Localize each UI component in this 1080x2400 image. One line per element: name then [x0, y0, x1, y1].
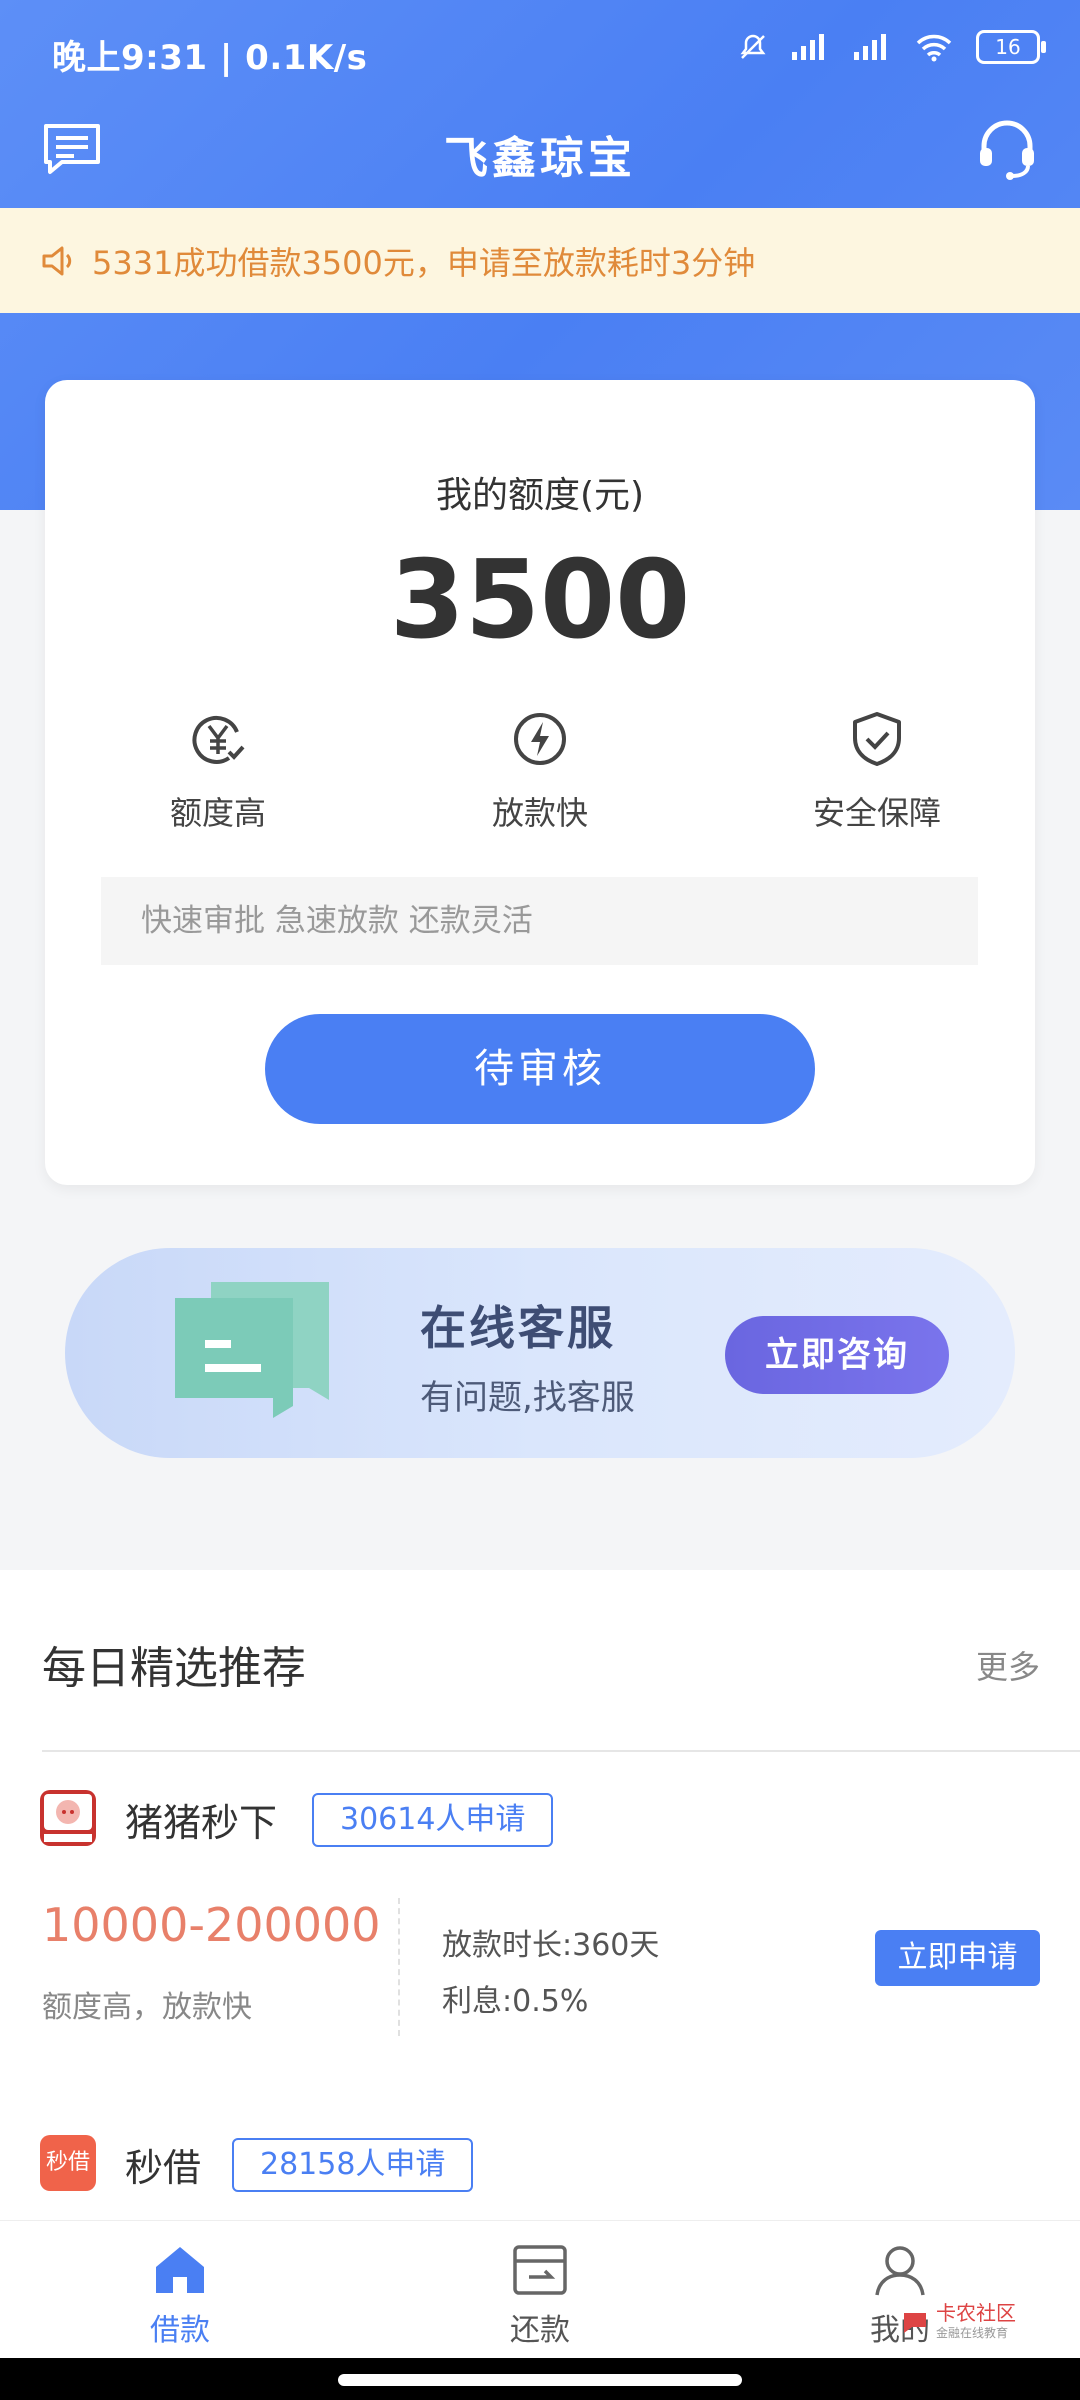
loan-range: 10000-200000 — [42, 1898, 381, 1952]
lightning-icon — [514, 713, 566, 765]
repay-icon — [513, 2245, 567, 2295]
applicants-badge: 28158人申请 — [232, 2138, 474, 2192]
tab-label: 还款 — [510, 2313, 570, 2348]
battery-icon: 16 — [976, 30, 1046, 64]
watermark-logo-icon — [904, 2312, 926, 2333]
signal-icon-2 — [854, 34, 886, 60]
notice-bar: 5331成功借款3500元，申请至放款耗时3分钟 — [0, 208, 1080, 313]
quota-label: 我的额度(元) — [435, 475, 645, 516]
wifi-icon — [916, 34, 952, 62]
headset-icon[interactable] — [974, 116, 1040, 182]
status-time-network: 晚上9:31 | 0.1K/s — [52, 38, 368, 78]
feature-fast-loan: 放款快 — [410, 710, 670, 834]
product-logo: 秒借 — [40, 2135, 96, 2191]
loan-range-note: 额度高，放款快 — [42, 1990, 252, 2025]
pig-logo-icon — [44, 1794, 92, 1842]
watermark-sub: 金融在线教育 — [936, 2326, 1009, 2340]
watermark-text: 卡农社区 — [936, 2301, 1016, 2325]
loan-interest: 利息:0.5% — [442, 1984, 589, 2019]
loan-duration: 放款时长:360天 — [442, 1928, 660, 1963]
tab-borrow[interactable]: 借款 — [80, 2241, 280, 2349]
feature-label: 额度高 — [169, 794, 266, 832]
watermark: 卡农社区 金融在线教育 — [900, 2302, 1016, 2341]
tagline: 快速审批 急速放款 还款灵活 — [101, 877, 978, 965]
product-name: 猪猪秒下 — [125, 1801, 278, 1845]
status-bar: 晚上9:31 | 0.1K/s 16 — [0, 0, 1080, 104]
yuan-check-icon — [192, 715, 245, 764]
tab-label: 借款 — [150, 2313, 210, 2348]
product-logo — [40, 1790, 96, 1846]
home-icon — [156, 2247, 204, 2293]
quota-value: 3500 — [389, 538, 691, 663]
cs-title: 在线客服 — [420, 1301, 616, 1355]
status-icons: 16 — [738, 30, 1046, 64]
feature-label: 放款快 — [491, 794, 588, 832]
notice-text: 5331成功借款3500元，申请至放款耗时3分钟 — [92, 243, 756, 282]
customer-service-banner[interactable]: 在线客服 有问题,找客服 立即咨询 — [65, 1248, 1015, 1458]
chat-bubble-icon — [175, 1282, 329, 1418]
signal-icon — [792, 34, 824, 60]
feature-security: 安全保障 — [747, 710, 1007, 834]
pending-review-button[interactable]: 待审核 — [265, 1014, 815, 1124]
apply-now-button[interactable]: 立即申请 — [875, 1930, 1040, 1986]
feature-high-quota: 额度高 — [88, 710, 348, 834]
applicants-badge: 30614人申请 — [312, 1793, 554, 1847]
section-title: 每日精选推荐 — [42, 1643, 306, 1694]
product-name: 秒借 — [125, 2146, 202, 2190]
recommend-section: 每日精选推荐 更多 猪猪秒下 30614人申请 10000-200000 额度高… — [0, 1570, 1080, 2220]
consult-now-button[interactable]: 立即咨询 — [725, 1316, 949, 1394]
tab-repay[interactable]: 还款 — [440, 2241, 640, 2349]
nav-bar: 飞鑫琼宝 — [0, 104, 1080, 208]
page-title: 飞鑫琼宝 — [444, 133, 636, 184]
speaker-icon — [42, 246, 72, 275]
divider — [398, 1898, 400, 2036]
user-icon — [875, 2246, 925, 2296]
cs-subtitle: 有问题,找客服 — [420, 1378, 635, 1418]
mute-icon — [740, 34, 766, 59]
shield-check-icon — [853, 712, 901, 766]
home-indicator[interactable] — [338, 2374, 742, 2386]
quota-card: 我的额度(元) 3500 额度高 放款快 安全保障 快速审批 急速放款 还款灵活… — [45, 380, 1035, 1185]
feature-label: 安全保障 — [812, 794, 941, 832]
divider — [42, 1750, 1080, 1752]
more-link[interactable]: 更多 — [976, 1642, 1040, 1688]
